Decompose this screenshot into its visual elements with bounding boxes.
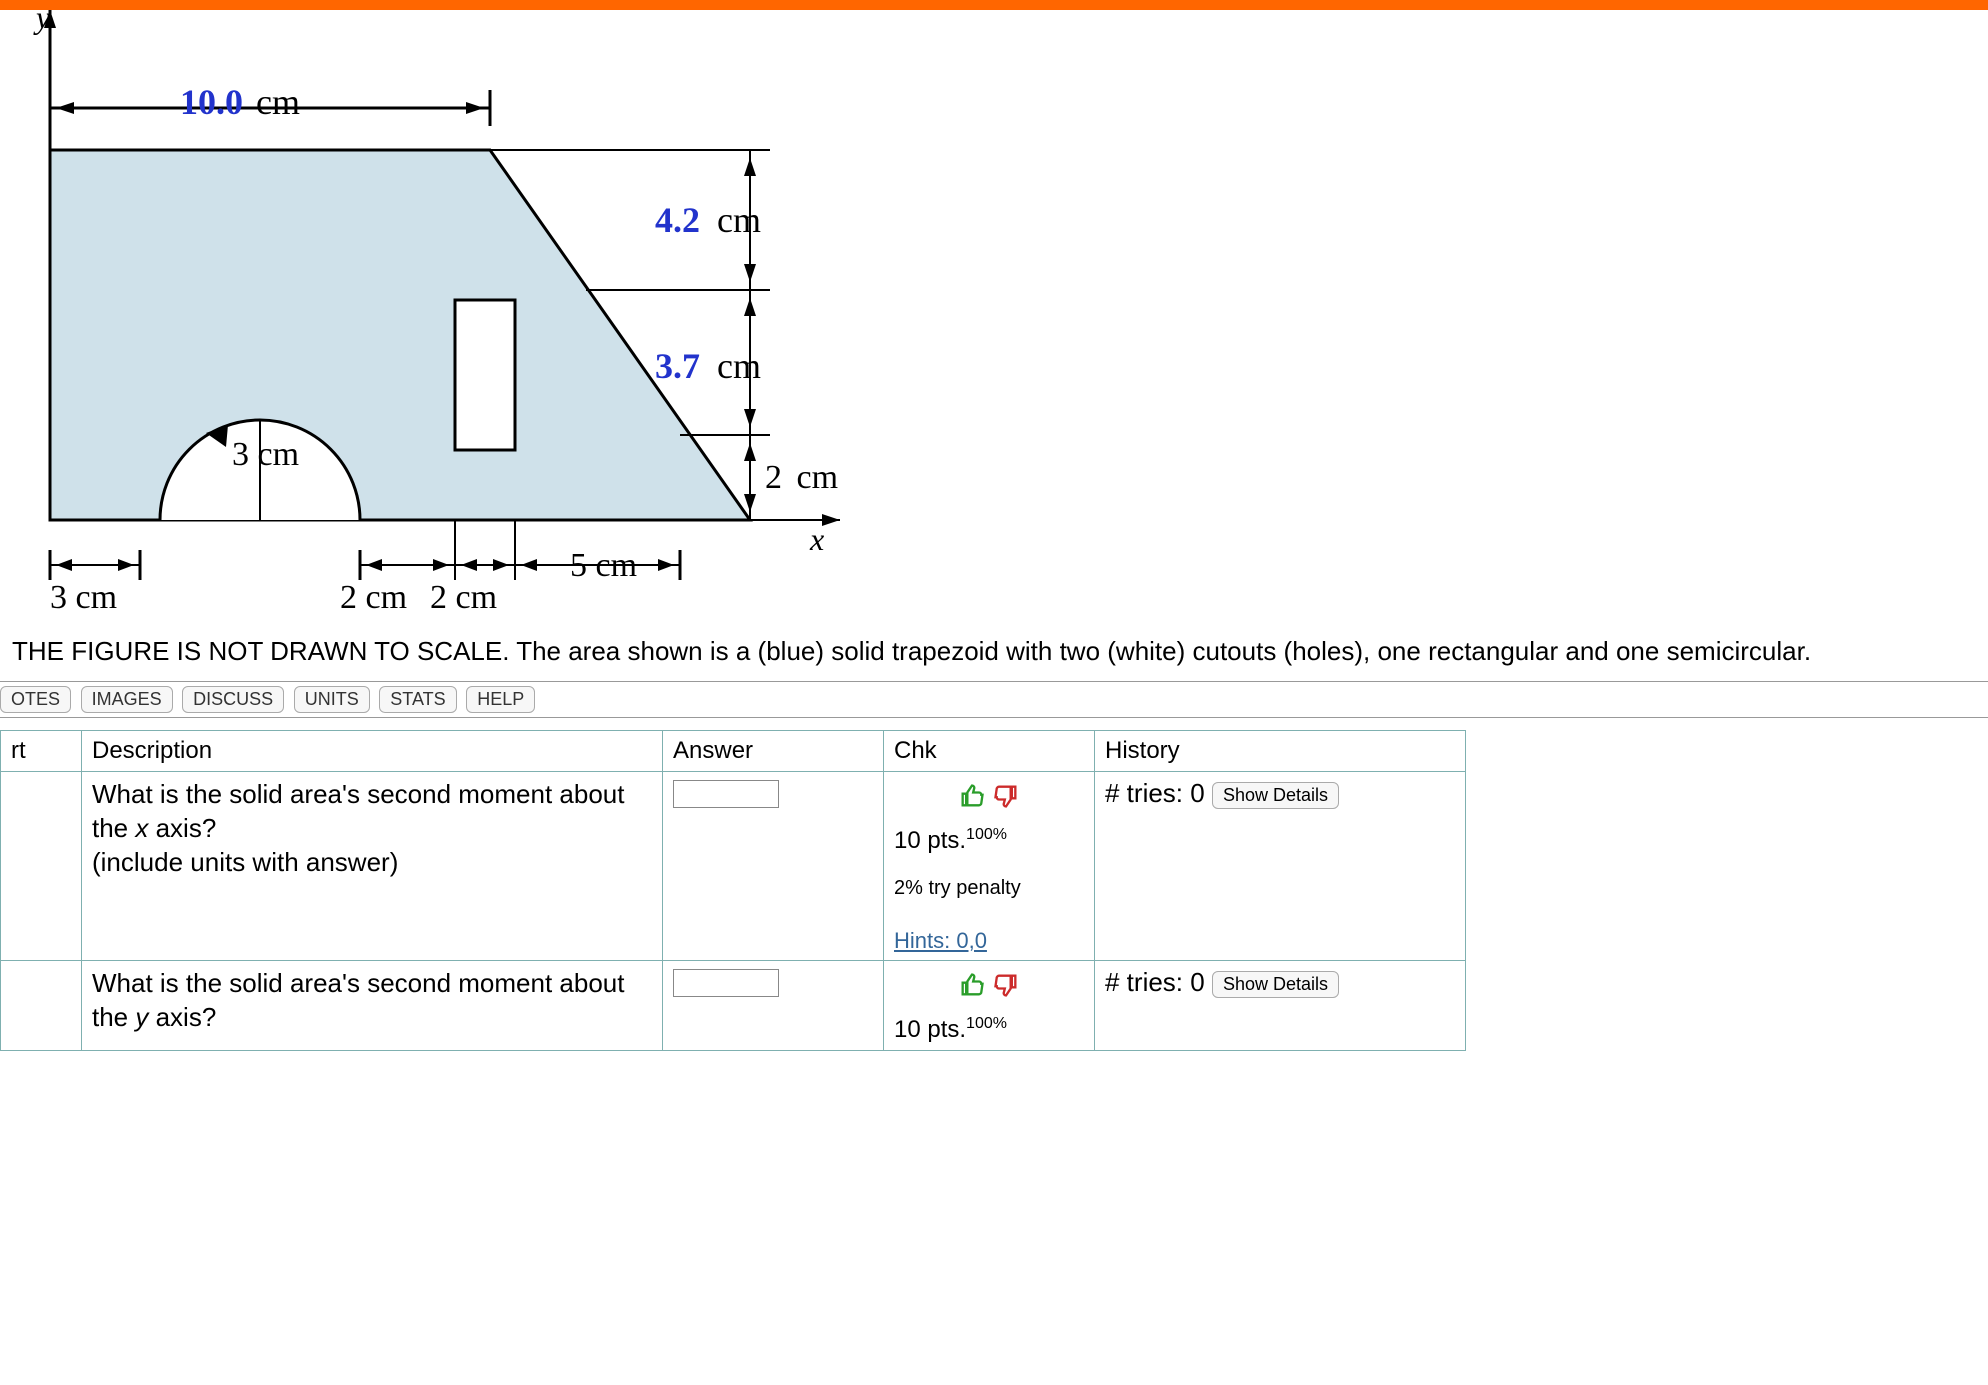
svg-text:2 cm: 2 cm [765, 459, 838, 496]
col-hist: History [1095, 731, 1466, 772]
rt-cell [1, 772, 82, 961]
pts-pct: 100% [966, 826, 1007, 843]
figure-area: y 3 cm 10.0 cm 4.2 cm 3.7 cm [0, 10, 1988, 682]
ans-cell [663, 961, 884, 1051]
tab-images[interactable]: IMAGES [81, 686, 173, 713]
desc-sub: (include units with answer) [92, 847, 398, 877]
rect-left-label: 2 cm [340, 579, 407, 616]
col-desc: Description [82, 731, 663, 772]
show-details-button[interactable]: Show Details [1212, 782, 1339, 809]
svg-text:10.0 cm: 10.0 cm [180, 82, 300, 122]
thumbs-down-icon[interactable] [992, 971, 1020, 999]
svg-text:4.2 cm: 4.2 cm [655, 200, 761, 240]
hints-link[interactable]: Hints: 0,0 [894, 928, 987, 954]
y-axis-label: y [33, 10, 51, 35]
axis-letter: x [135, 813, 148, 843]
desc-post: axis? [148, 813, 216, 843]
dim-3-7-value: 3.7 [655, 346, 700, 386]
chk-cell: 10 pts.100% 2% try penalty Hints: 0,0 [884, 772, 1095, 961]
rect-right-label: 2 cm [430, 579, 497, 616]
semicircle-radius-label: 3 cm [232, 436, 299, 473]
ans-cell [663, 772, 884, 961]
answer-input[interactable] [673, 780, 779, 808]
axis-letter: y [135, 1002, 148, 1032]
pts-line: 10 pts.100% [894, 826, 1084, 855]
col-ans: Answer [663, 731, 884, 772]
show-details-button[interactable]: Show Details [1212, 971, 1339, 998]
hist-cell: # tries: 0 Show Details [1095, 961, 1466, 1051]
dim-4-2-value: 4.2 [655, 200, 700, 240]
desc-cell: What is the solid area's second moment a… [82, 772, 663, 961]
svg-text:3.7 cm: 3.7 cm [655, 346, 761, 386]
pts-value: 10 pts. [894, 1016, 966, 1043]
col-chk: Chk [884, 731, 1095, 772]
pts-line: 10 pts.100% [894, 1015, 1084, 1044]
dim-2-unit: cm [797, 459, 839, 496]
tries-text: # tries: 0 [1105, 967, 1205, 997]
answer-input[interactable] [673, 969, 779, 997]
chk-cell: 10 pts.100% [884, 961, 1095, 1051]
thumbs-up-icon[interactable] [958, 782, 986, 810]
rect-cutout [455, 300, 515, 450]
top-accent-bar [0, 0, 1988, 10]
tab-bar: OTES IMAGES DISCUSS UNITS STATS HELP [0, 682, 1988, 718]
dim-3-7-unit: cm [717, 346, 761, 386]
rt-cell [1, 961, 82, 1051]
top-width-unit: cm [256, 82, 300, 122]
pts-pct: 100% [966, 1015, 1007, 1032]
penalty-text: 2% try penalty [894, 877, 1084, 900]
col-rt: rt [1, 731, 82, 772]
hist-cell: # tries: 0 Show Details [1095, 772, 1466, 961]
table-row: What is the solid area's second moment a… [1, 961, 1466, 1051]
dim-4-2-unit: cm [717, 200, 761, 240]
figure-caption: THE FIGURE IS NOT DRAWN TO SCALE. The ar… [10, 630, 1978, 677]
answer-table: rt Description Answer Chk History What i… [0, 730, 1466, 1051]
pts-value: 10 pts. [894, 827, 966, 854]
thumbs-down-icon[interactable] [992, 782, 1020, 810]
desc-cell: What is the solid area's second moment a… [82, 961, 663, 1051]
tab-units[interactable]: UNITS [294, 686, 370, 713]
tab-help[interactable]: HELP [466, 686, 535, 713]
x-axis-label: x [809, 521, 824, 557]
top-width-value: 10.0 [180, 82, 243, 122]
table-row: What is the solid area's second moment a… [1, 772, 1466, 961]
bottom-left-label: 3 cm [50, 579, 117, 616]
slant-span-label: 5 cm [570, 547, 637, 584]
desc-post: axis? [148, 1002, 216, 1032]
tab-discuss[interactable]: DISCUSS [182, 686, 284, 713]
tab-notes[interactable]: OTES [0, 686, 71, 713]
tab-stats[interactable]: STATS [379, 686, 456, 713]
figure-svg: y 3 cm 10.0 cm 4.2 cm 3.7 cm [10, 10, 850, 630]
thumbs-up-icon[interactable] [958, 971, 986, 999]
tries-text: # tries: 0 [1105, 778, 1205, 808]
dim-2-value: 2 [765, 459, 782, 496]
